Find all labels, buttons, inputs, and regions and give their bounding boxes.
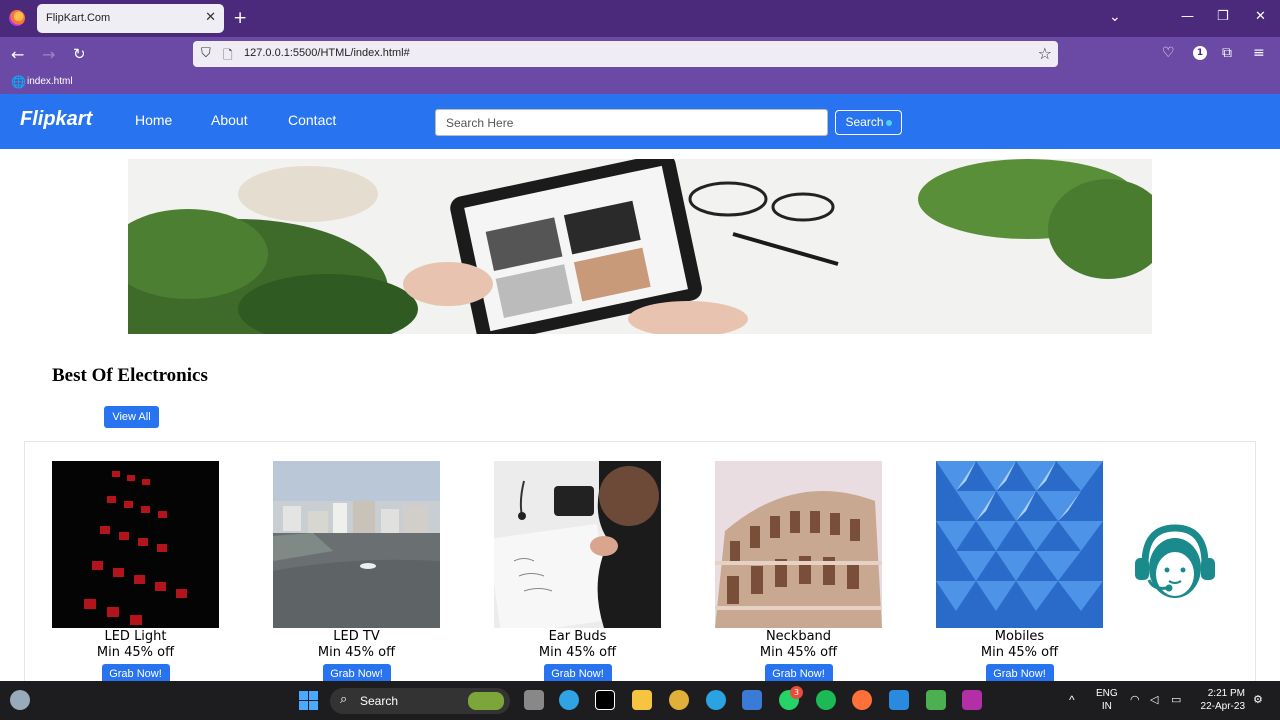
bookmark-item[interactable]: index.html (27, 76, 73, 87)
browser-nav-bar: ← → ↻ ⛉ 🗋 127.0.0.1:5500/HTML/index.html… (0, 37, 1280, 71)
reload-icon[interactable]: ↻ (73, 45, 86, 63)
product-name: LED TV (333, 629, 380, 644)
nav-link-contact[interactable]: Contact (288, 112, 336, 128)
weather-icon[interactable] (10, 690, 30, 710)
globe-icon: 🌐 (11, 75, 26, 89)
search-indicator-icon (885, 120, 892, 126)
menu-icon[interactable]: ≡ (1253, 45, 1265, 61)
pocket-icon[interactable]: ♡ (1162, 45, 1175, 61)
vscode-icon[interactable] (889, 690, 909, 710)
volume-icon[interactable]: ◁ (1150, 693, 1158, 706)
product-card[interactable]: Neckband Min 45% off Grab Now! (715, 461, 882, 684)
whatsapp-badge: 3 (790, 686, 803, 699)
nav-link-home[interactable]: Home (135, 112, 172, 128)
taskbar-search-label: Search (360, 694, 399, 708)
product-image-mobiles[interactable] (936, 461, 1103, 628)
region-code: IN (1101, 701, 1112, 712)
edge-icon[interactable] (559, 690, 579, 710)
url-text[interactable]: 127.0.0.1:5500/HTML/index.html# (244, 47, 410, 59)
search-input[interactable] (435, 109, 828, 136)
battery-icon[interactable]: ▭ (1171, 693, 1181, 706)
search-button[interactable]: Search (835, 110, 902, 135)
taskbar-clock[interactable]: 2:21 PM 22-Apr-23 (1197, 687, 1245, 713)
search-button-label: Search (845, 115, 884, 129)
product-offer: Min 45% off (980, 645, 1059, 660)
dolby-icon[interactable] (595, 690, 615, 710)
shield-icon[interactable]: ⛉ (201, 46, 211, 61)
product-name: Mobiles (994, 629, 1045, 644)
git-icon[interactable] (926, 690, 946, 710)
page-info-icon[interactable]: 🗋 (223, 46, 233, 67)
firefox-icon[interactable] (9, 10, 25, 26)
browser-tab[interactable]: FlipKart.Com ✕ (37, 4, 224, 33)
windows-start-icon[interactable] (299, 691, 318, 710)
product-offer: Min 45% off (538, 645, 617, 660)
product-image-neckband[interactable] (715, 461, 882, 628)
minimize-icon[interactable]: — (1181, 9, 1194, 24)
banner-image (128, 159, 1152, 334)
address-bar[interactable]: ⛉ 🗋 127.0.0.1:5500/HTML/index.html# ☆ (193, 41, 1058, 67)
account-badge-icon[interactable]: 1 (1193, 46, 1207, 60)
search-icon: ⌕ (340, 692, 348, 707)
view-all-button[interactable]: View All (104, 406, 159, 428)
product-card[interactable]: LED Light Min 45% off Grab Now! (52, 461, 219, 684)
intellij-icon[interactable] (962, 690, 982, 710)
chrome-icon[interactable] (669, 690, 689, 710)
bookmark-bar: 🌐 index.html (0, 71, 1280, 94)
notification-icon[interactable]: ⚙ (1253, 693, 1263, 706)
tab-list-chevron-icon[interactable]: ⌄ (1109, 9, 1121, 25)
wifi-icon[interactable]: ◠ (1130, 693, 1140, 706)
customer-support-icon[interactable] (1133, 524, 1217, 606)
product-name: Neckband (765, 629, 832, 644)
browser-tab-bar: FlipKart.Com ✕ + ⌄ — ❐ ✕ (0, 0, 1280, 37)
tray-chevron-icon[interactable]: ^ (1069, 693, 1075, 707)
language-indicator[interactable]: ENG IN (1096, 687, 1118, 713)
section-title: Best Of Electronics (52, 365, 208, 386)
product-offer: Min 45% off (317, 645, 396, 660)
product-name: LED Light (104, 629, 167, 644)
extensions-icon[interactable]: ⧉ (1222, 45, 1232, 61)
product-card[interactable]: Ear Buds Min 45% off Grab Now! (494, 461, 661, 684)
telegram-icon[interactable] (706, 690, 726, 710)
spotify-icon[interactable] (816, 690, 836, 710)
language-code: ENG (1096, 688, 1118, 699)
product-card[interactable]: LED TV Min 45% off Grab Now! (273, 461, 440, 684)
product-offer: Min 45% off (96, 645, 175, 660)
product-name: Ear Buds (548, 629, 607, 644)
products-row: LED Light Min 45% off Grab Now! LED TV M… (24, 441, 1256, 684)
tab-title: FlipKart.Com (46, 12, 111, 24)
product-image-ear-buds[interactable] (494, 461, 661, 628)
site-logo[interactable]: Flipkart (20, 108, 92, 131)
back-icon[interactable]: ← (11, 45, 24, 64)
nav-link-about[interactable]: About (211, 112, 248, 128)
tab-close-icon[interactable]: ✕ (205, 10, 216, 25)
bookmark-star-icon[interactable]: ☆ (1038, 44, 1052, 63)
task-view-icon[interactable] (524, 690, 544, 710)
hero-banner (128, 159, 1152, 334)
product-card[interactable]: Mobiles Min 45% off Grab Now! (936, 461, 1103, 684)
forward-icon[interactable]: → (42, 45, 55, 64)
clock-time: 2:21 PM (1207, 688, 1245, 699)
clock-date: 22-Apr-23 (1200, 701, 1245, 712)
search-highlight-icon (468, 692, 504, 710)
store-icon[interactable] (742, 690, 762, 710)
windows-taskbar: ⌕ Search ^ ENG IN ◠ ◁ ▭ 2:21 PM 22-Apr-2… (0, 681, 1280, 720)
site-header: Flipkart Home About Contact Search (0, 94, 1280, 149)
restore-icon[interactable]: ❐ (1217, 9, 1229, 24)
product-offer: Min 45% off (759, 645, 838, 660)
product-image-led-tv[interactable] (273, 461, 440, 628)
new-tab-icon[interactable]: + (233, 8, 247, 28)
file-explorer-icon[interactable] (632, 690, 652, 710)
product-image-led-light[interactable] (52, 461, 219, 628)
close-window-icon[interactable]: ✕ (1255, 9, 1266, 24)
taskbar-search[interactable]: ⌕ Search (330, 688, 510, 714)
firefox-taskbar-icon[interactable] (852, 690, 872, 710)
